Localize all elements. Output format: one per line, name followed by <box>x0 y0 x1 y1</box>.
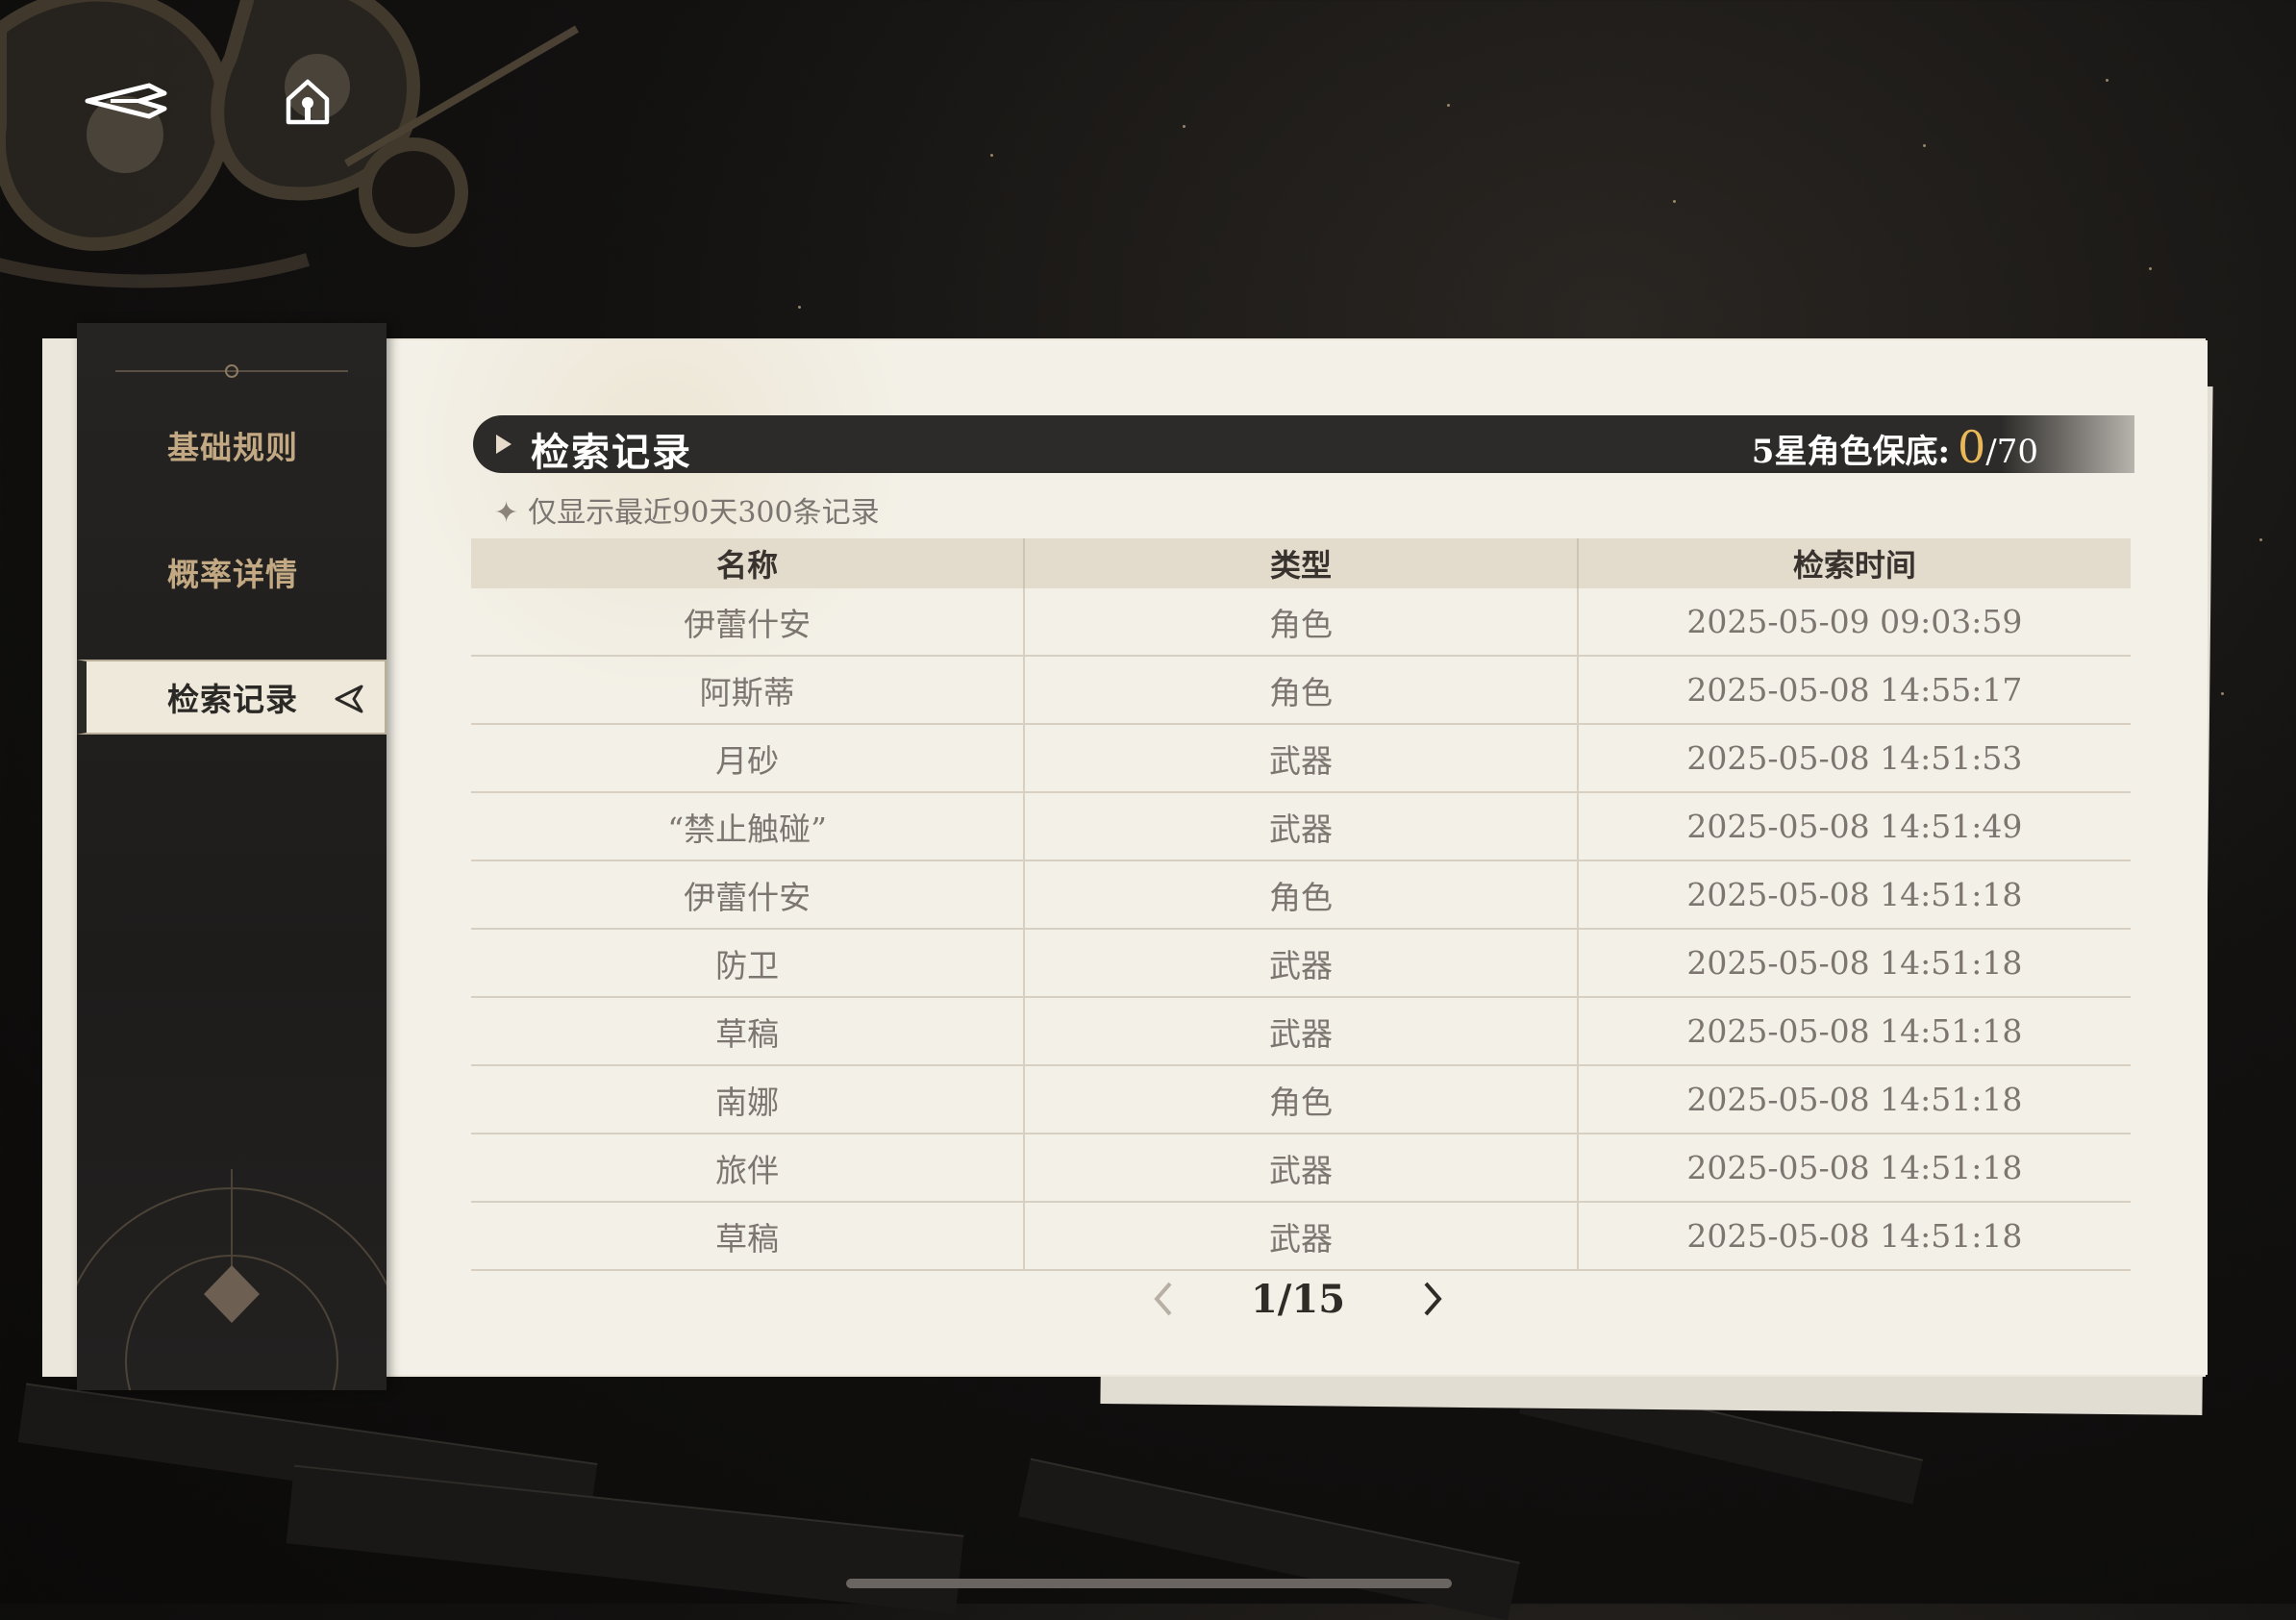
home-icon <box>286 79 330 125</box>
item-name: 伊蕾什安 <box>471 588 1025 657</box>
item-time: 2025-05-08 14:51:53 <box>1576 724 2131 793</box>
item-type: 武器 <box>1023 1202 1578 1271</box>
chevron-right-icon <box>1424 1282 1442 1316</box>
home-button[interactable] <box>260 67 356 135</box>
item-time: 2025-05-08 14:51:18 <box>1576 1134 2131 1203</box>
item-name: 旅伴 <box>471 1134 1025 1203</box>
item-name: 月砂 <box>471 724 1025 793</box>
item-name: 伊蕾什安 <box>471 860 1025 930</box>
column-header-name: 名称 <box>471 538 1025 588</box>
sidebar-item-probability-details[interactable]: 概率详情 <box>77 535 387 610</box>
item-type: 武器 <box>1023 792 1578 861</box>
sidebar-item-label: 概率详情 <box>167 556 298 593</box>
table-row: 伊蕾什安 角色 2025-05-09 09:03:59 <box>471 588 2131 657</box>
item-time: 2025-05-08 14:51:18 <box>1576 860 2131 930</box>
selected-arrow-icon <box>335 685 363 713</box>
table-row: 月砂 武器 2025-05-08 14:51:53 <box>471 724 2131 793</box>
sparkle-icon: ✦ <box>494 496 519 530</box>
table-row: 南娜 角色 2025-05-08 14:51:18 <box>471 1065 2131 1134</box>
table-row: 草稿 武器 2025-05-08 14:51:18 <box>471 1202 2131 1271</box>
play-triangle-icon <box>496 435 512 454</box>
chevron-left-icon <box>1154 1282 1172 1316</box>
table-row: 阿斯蒂 角色 2025-05-08 14:55:17 <box>471 656 2131 725</box>
page-title: 检索记录 <box>531 430 692 475</box>
pagination: 1/15 <box>1135 1265 1461 1333</box>
item-name: 南娜 <box>471 1065 1025 1134</box>
notice-text: 仅显示最近90天300条记录 <box>528 496 880 530</box>
table-row: 伊蕾什安 角色 2025-05-08 14:51:18 <box>471 860 2131 930</box>
header-bar: 检索记录 5星角色保底: 0 /70 <box>473 415 2134 475</box>
item-name: “禁止触碰” <box>471 792 1025 861</box>
item-type: 角色 <box>1023 1065 1578 1134</box>
item-time: 2025-05-08 14:51:18 <box>1576 1065 2131 1134</box>
table-header-row: 名称 类型 检索时间 <box>471 538 2131 588</box>
page-indicator: 1/15 <box>1250 1276 1346 1322</box>
sidebar-item-label: 基础规则 <box>167 429 298 466</box>
pity-counter: 5星角色保底: 0 /70 <box>1752 421 2038 473</box>
item-name: 草稿 <box>471 1202 1025 1271</box>
sidebar-bottom-ornament <box>77 1169 387 1390</box>
pity-max: /70 <box>1985 433 2038 471</box>
sidebar-item-label: 检索记录 <box>167 681 298 718</box>
item-name: 防卫 <box>471 929 1025 998</box>
pity-label: 5星角色保底: <box>1751 433 1950 471</box>
next-page-button[interactable] <box>1404 1270 1461 1328</box>
item-type: 武器 <box>1023 724 1578 793</box>
prev-page-button[interactable] <box>1135 1270 1192 1328</box>
item-name: 草稿 <box>471 997 1025 1066</box>
item-time: 2025-05-08 14:55:17 <box>1576 656 2131 725</box>
back-button[interactable] <box>77 67 173 135</box>
item-type: 角色 <box>1023 860 1578 930</box>
sidebar: 基础规则 概率详情 检索记录 <box>77 323 387 1390</box>
item-time: 2025-05-08 14:51:18 <box>1576 1202 2131 1271</box>
sidebar-item-basic-rules[interactable]: 基础规则 <box>77 408 387 483</box>
column-header-type: 类型 <box>1023 538 1578 588</box>
sidebar-top-ornament <box>115 364 348 378</box>
item-time: 2025-05-08 14:51:18 <box>1576 929 2131 998</box>
home-indicator-bar[interactable] <box>846 1579 1452 1588</box>
table-row: 草稿 武器 2025-05-08 14:51:18 <box>471 997 2131 1066</box>
item-time: 2025-05-08 14:51:49 <box>1576 792 2131 861</box>
item-time: 2025-05-09 09:03:59 <box>1576 588 2131 657</box>
column-header-time: 检索时间 <box>1576 538 2131 588</box>
item-type: 武器 <box>1023 1134 1578 1203</box>
records-notice: ✦ 仅显示最近90天300条记录 <box>494 488 880 531</box>
table-row: “禁止触碰” 武器 2025-05-08 14:51:49 <box>471 792 2131 861</box>
records-table: 名称 类型 检索时间 伊蕾什安 角色 2025-05-09 09:03:59 阿… <box>471 538 2131 1271</box>
item-type: 武器 <box>1023 997 1578 1066</box>
item-name: 阿斯蒂 <box>471 656 1025 725</box>
item-type: 角色 <box>1023 588 1578 657</box>
item-type: 武器 <box>1023 929 1578 998</box>
back-arrow-icon <box>85 83 167 119</box>
table-row: 防卫 武器 2025-05-08 14:51:18 <box>471 929 2131 998</box>
pity-count: 0 <box>1958 421 1986 473</box>
sidebar-item-records[interactable]: 检索记录 <box>77 660 387 735</box>
item-type: 角色 <box>1023 656 1578 725</box>
item-time: 2025-05-08 14:51:18 <box>1576 997 2131 1066</box>
table-row: 旅伴 武器 2025-05-08 14:51:18 <box>471 1134 2131 1203</box>
